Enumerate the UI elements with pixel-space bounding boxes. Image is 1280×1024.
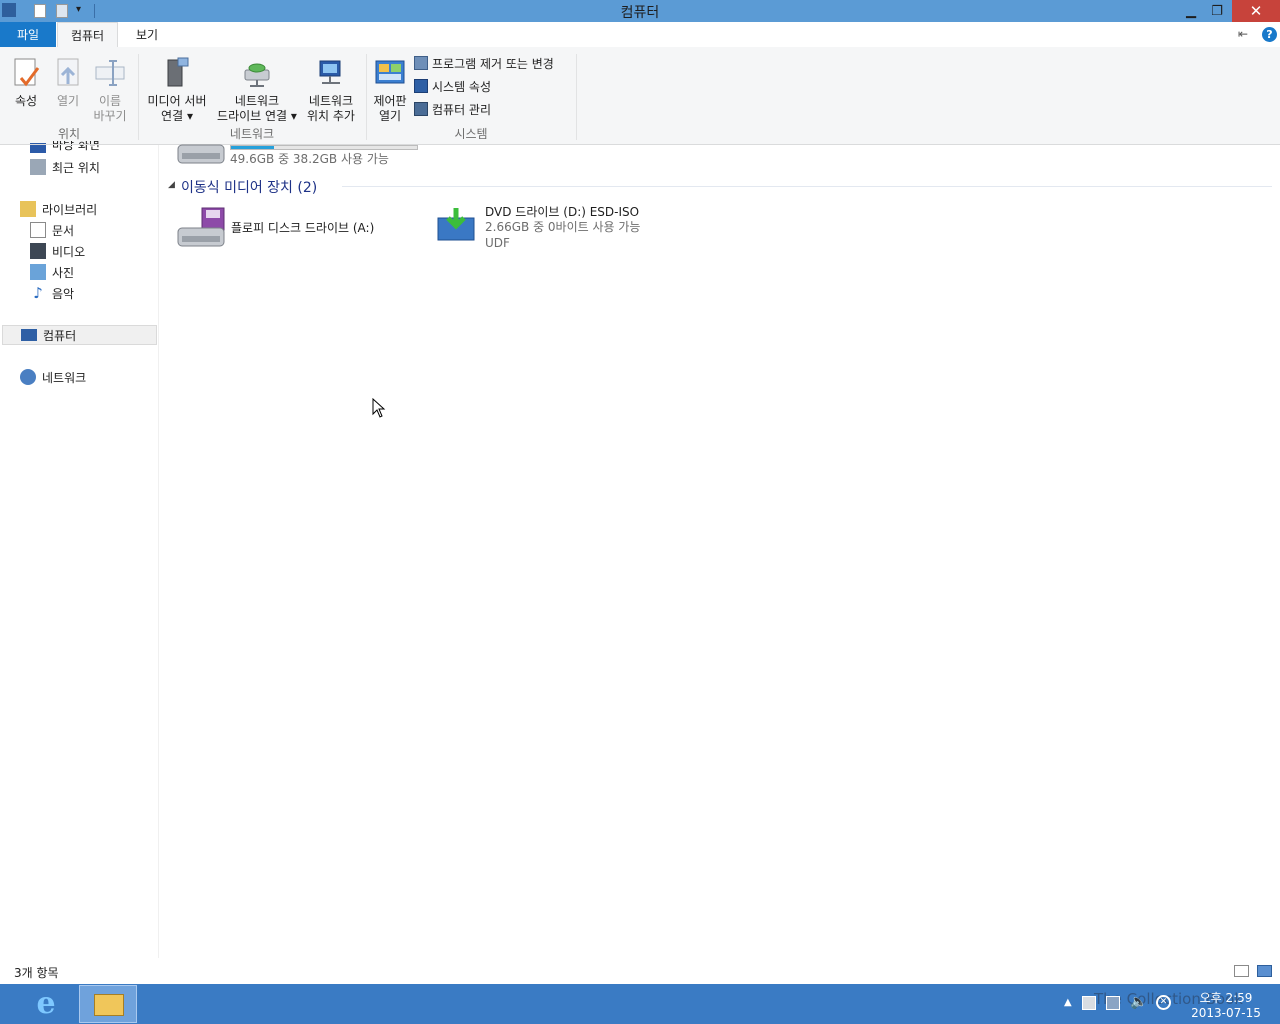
ribbon-separator [576,54,577,140]
map-network-drive-button[interactable]: 네트워크 드라이브 연결 ▾ [212,56,302,124]
library-folder-icon [20,201,36,217]
open-icon [57,58,79,86]
ribbon-separator [138,54,139,140]
dvd-drive-icon[interactable] [436,204,476,244]
network-icon [20,369,36,385]
pictures-icon [30,264,46,280]
tab-computer[interactable]: 컴퓨터 [57,22,118,47]
location-group-label: 위치 [57,127,81,141]
media-server-icon [167,57,189,87]
network-drive-icon [244,63,270,87]
rename-button[interactable]: 이름 바꾸기 [90,56,130,124]
local-disk-free-space: 49.6GB 중 38.2GB 사용 가능 [230,152,389,166]
removable-group-header[interactable]: 이동식 미디어 장치 (2) [181,177,317,197]
add-network-location-button[interactable]: 네트워크 위치 추가 [302,56,360,124]
recent-places-icon [30,159,46,175]
network-location-icon [319,60,341,84]
taskbar-file-explorer-button[interactable] [79,985,137,1023]
status-bar [0,960,1280,984]
floppy-drive-icon[interactable] [176,206,226,250]
network-group-label: 네트워크 [229,127,275,141]
file-explorer-icon [94,994,124,1016]
nav-item-network[interactable]: 네트워크 [20,367,86,387]
group-divider [342,186,1272,187]
computer-management-button[interactable]: 컴퓨터 관리 [414,100,491,118]
nav-item-documents[interactable]: 문서 [30,220,74,240]
programs-icon [414,56,428,70]
nav-item-pictures[interactable]: 사진 [30,262,74,282]
restore-button[interactable]: ❐ [1204,0,1230,22]
rename-icon [95,60,125,86]
documents-icon [30,222,46,238]
pin-ribbon-icon[interactable]: ⇤ [1238,27,1248,41]
properties-button[interactable]: 속성 [6,56,46,109]
tab-view[interactable]: 보기 [120,22,174,47]
local-disk-icon[interactable] [176,135,226,167]
nav-item-videos[interactable]: 비디오 [30,241,85,261]
volume-icon[interactable]: 🔈 [1130,994,1147,1010]
window-title: 컴퓨터 [620,5,660,21]
ribbon-tab-bar [0,22,1280,48]
music-icon: ♪ [33,284,43,302]
properties-icon [14,58,40,87]
minimize-button[interactable]: ▁ [1178,0,1204,22]
show-hidden-icons-icon[interactable]: ▲ [1064,997,1072,1008]
navigation-pane [0,144,159,958]
nav-item-desktop[interactable]: 바탕 화면 [30,141,100,153]
dvd-drive-free-space: 2.66GB 중 0바이트 사용 가능 [485,220,641,234]
dvd-drive-filesystem: UDF [485,236,510,250]
open-button[interactable]: 열기 [50,56,86,109]
system-properties-icon [414,79,428,93]
clock-date[interactable]: 2013-07-15 [1180,1006,1272,1020]
control-panel-button[interactable]: 제어판 열기 [369,56,411,124]
action-center-icon[interactable] [1082,996,1096,1010]
local-disk-usage-fill [231,146,274,149]
uninstall-program-button[interactable]: 프로그램 제거 또는 변경 [414,54,554,72]
media-server-button[interactable]: 미디어 서버 연결 ▾ [142,56,212,124]
large-icons-view-icon[interactable] [1257,965,1272,977]
computer-icon [21,329,37,341]
clock-time[interactable]: 오후 2:59 [1180,989,1272,1006]
floppy-drive-label[interactable]: 플로피 디스크 드라이브 (A:) [231,219,374,236]
collapse-group-icon[interactable]: ◢ [168,180,175,190]
details-view-icon[interactable] [1234,965,1249,977]
mouse-cursor-icon [372,398,386,418]
power-status-icon[interactable]: ✕ [1156,995,1171,1010]
close-button[interactable]: ✕ [1232,0,1280,22]
item-count: 3개 항목 [14,966,59,980]
nav-item-music[interactable]: ♪ 음악 [30,283,74,303]
nav-item-libraries[interactable]: 라이브러리 [20,199,97,219]
system-group-label: 시스템 [454,127,488,141]
dvd-drive-label[interactable]: DVD 드라이브 (D:) ESD-ISO [485,203,639,220]
nav-item-recent[interactable]: 최근 위치 [30,157,100,177]
network-status-icon[interactable] [1106,996,1120,1010]
internet-explorer-icon[interactable]: e [28,986,64,1022]
nav-item-computer[interactable]: 컴퓨터 [2,325,157,345]
control-panel-icon [375,60,405,84]
local-disk-usage-bar [230,145,418,150]
tab-file[interactable]: 파일 [0,22,56,47]
help-icon[interactable]: ? [1262,27,1277,42]
system-properties-button[interactable]: 시스템 속성 [414,77,491,95]
videos-icon [30,243,46,259]
computer-management-icon [414,102,428,116]
